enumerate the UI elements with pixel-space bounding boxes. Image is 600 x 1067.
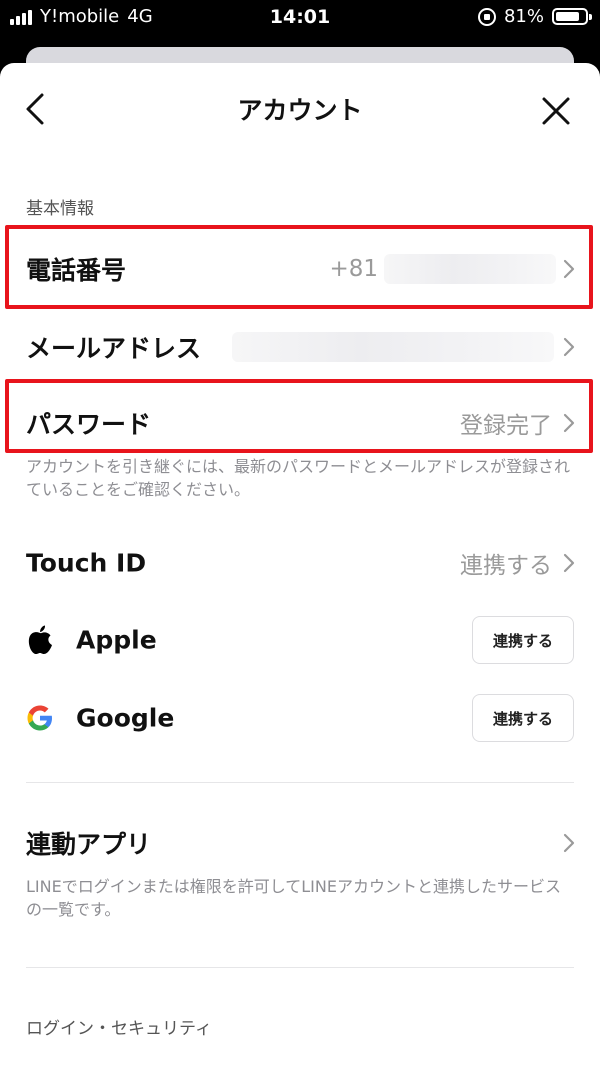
battery-icon [552, 8, 592, 25]
linked-apps-label: 連動アプリ [26, 830, 152, 859]
touch-id-status: 連携する [460, 553, 552, 579]
section-header-login-security: ログイン・セキュリティ [26, 1019, 212, 1039]
battery-fill [556, 12, 579, 21]
section-header-basic-info: 基本情報 [26, 199, 94, 219]
touch-id-row[interactable]: Touch ID 連携する [0, 528, 600, 598]
apple-logo-icon [24, 624, 56, 656]
rotation-lock-icon [477, 7, 496, 26]
google-logo-icon [24, 702, 56, 734]
battery-percent: 81% [503, 6, 544, 27]
touch-id-label: Touch ID [26, 548, 147, 578]
nav-bar: アカウント [0, 63, 600, 155]
status-bar: Y!mobile 4G 14:01 81% [0, 0, 600, 34]
google-row: Google 連携する [0, 683, 600, 753]
linked-apps-row[interactable]: 連動アプリ [0, 808, 600, 878]
phone-highlight-box [5, 225, 593, 309]
chevron-right-icon [563, 337, 575, 357]
divider [26, 967, 574, 968]
email-redacted [232, 332, 554, 362]
email-label: メールアドレス [26, 334, 202, 363]
chevron-right-icon [563, 553, 575, 573]
google-label: Google [76, 703, 175, 733]
account-transfer-note: アカウントを引き継ぐには、最新のパスワードとメールアドレスが登録されていることを… [26, 457, 571, 499]
divider [26, 782, 574, 783]
status-right: 81% [477, 6, 592, 27]
close-icon [542, 97, 570, 125]
apple-link-button[interactable]: 連携する [472, 616, 574, 664]
password-highlight-box [5, 379, 593, 453]
close-button[interactable] [534, 89, 578, 133]
google-link-button[interactable]: 連携する [472, 694, 574, 742]
chevron-right-icon [563, 833, 575, 853]
email-row[interactable]: メールアドレス [0, 312, 600, 382]
linked-apps-note: LINEでログインまたは権限を許可してLINEアカウントと連携したサービスの一覧… [26, 877, 561, 919]
apple-row: Apple 連携する [0, 605, 600, 675]
apple-label: Apple [76, 625, 157, 655]
page-title: アカウント [237, 96, 363, 125]
account-sheet: アカウント 基本情報 電話番号 +81 メールアドレス パスワード 登録完了 ア… [0, 63, 600, 1067]
